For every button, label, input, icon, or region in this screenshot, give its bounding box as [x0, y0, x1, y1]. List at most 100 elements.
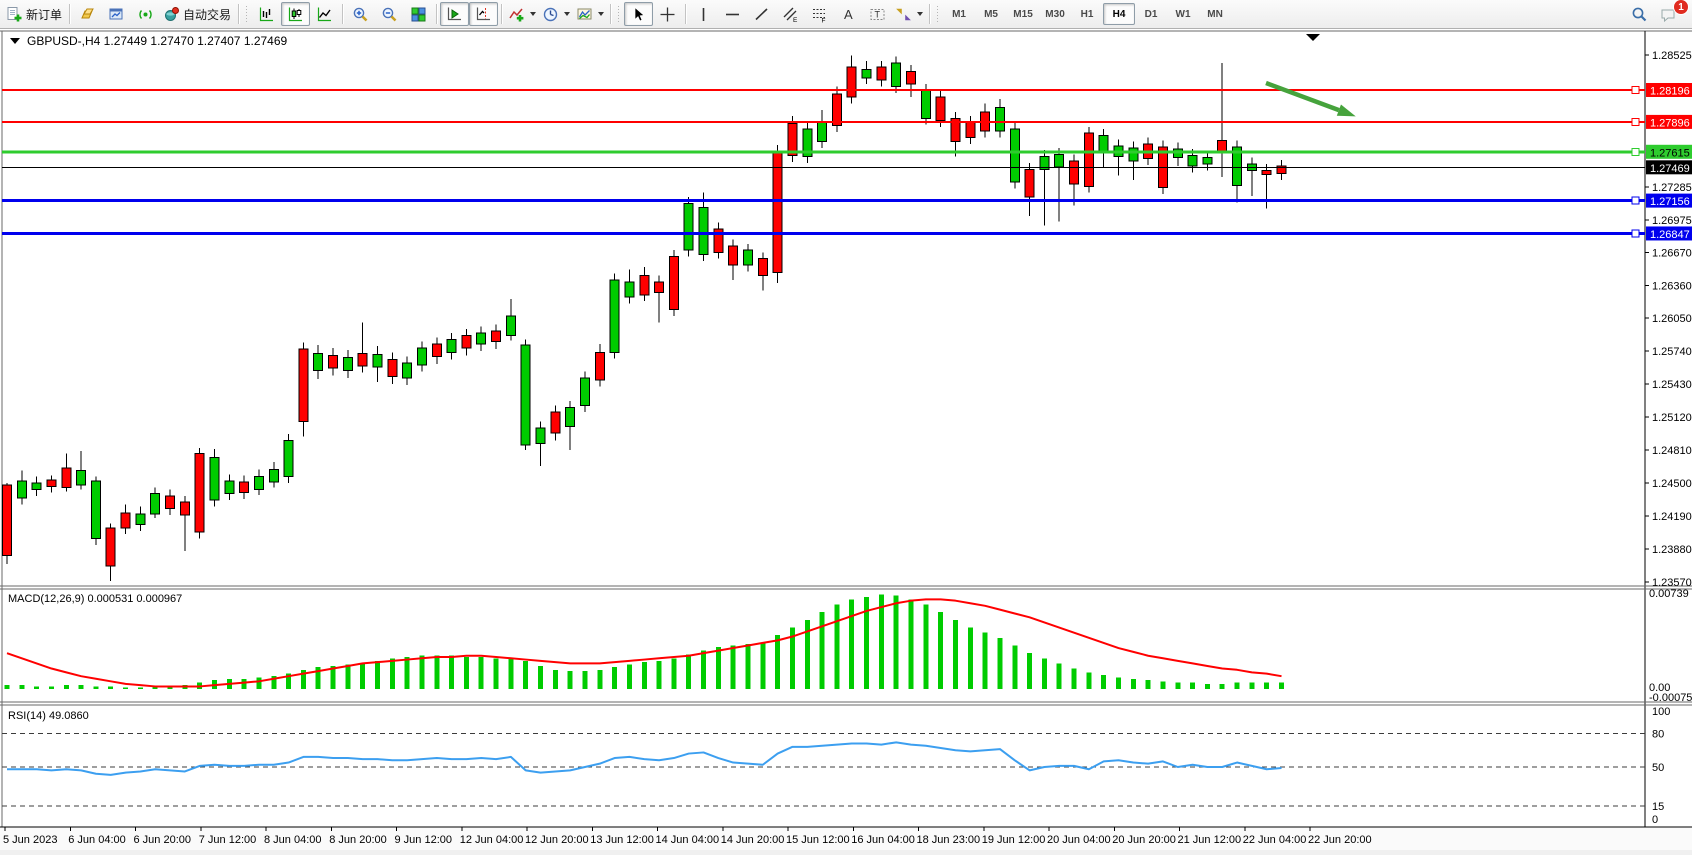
- bar-chart-icon[interactable]: [252, 2, 281, 26]
- price-tick-label: 1.25120: [1652, 412, 1692, 424]
- candle-body: [699, 208, 708, 255]
- candle-body: [269, 469, 278, 482]
- dropdown-arrow-icon[interactable]: [530, 12, 536, 16]
- candle-body: [1188, 156, 1197, 167]
- candle-body: [580, 378, 589, 406]
- level-line-handle[interactable]: [1632, 118, 1639, 125]
- chart-canvas[interactable]: 1.285251.272851.269751.266701.263601.260…: [0, 29, 1692, 850]
- level-line-handle[interactable]: [1632, 197, 1639, 204]
- periods-icon[interactable]: [539, 2, 573, 26]
- candle-body: [566, 408, 575, 427]
- crosshair-icon: [659, 6, 676, 23]
- toolbar-grip[interactable]: [936, 5, 940, 23]
- tf-mn[interactable]: MN: [1199, 3, 1231, 25]
- arrows-icon[interactable]: [892, 2, 926, 26]
- vertical-line-icon[interactable]: [689, 2, 718, 26]
- market-watch-icon[interactable]: [102, 2, 131, 26]
- signals-icon[interactable]: [131, 2, 160, 26]
- tf-h1[interactable]: H1: [1071, 3, 1103, 25]
- candle-body: [77, 470, 86, 485]
- text-label-icon[interactable]: T: [863, 2, 892, 26]
- tf-m30[interactable]: M30: [1039, 3, 1071, 25]
- time-tick-label: 19 Jun 12:00: [982, 834, 1046, 846]
- candle-body: [506, 316, 515, 335]
- tf-m5[interactable]: M5: [975, 3, 1007, 25]
- candle-body: [1055, 154, 1064, 167]
- toolbar-separator: [342, 4, 343, 24]
- dropdown-arrow-icon[interactable]: [917, 12, 923, 16]
- level-line-handle[interactable]: [1632, 86, 1639, 93]
- tile-windows-icon[interactable]: [404, 2, 433, 26]
- new-order-icon[interactable]: 新订单: [3, 2, 66, 26]
- indicators-icon[interactable]: [505, 2, 539, 26]
- dropdown-arrow-icon[interactable]: [564, 12, 570, 16]
- rsi-axis-label: 0: [1652, 814, 1658, 826]
- candle-body: [1218, 141, 1227, 152]
- candle-body: [877, 67, 886, 80]
- candle-body: [773, 151, 782, 272]
- trendline-icon: [753, 6, 770, 23]
- indicators-icon: [508, 6, 525, 23]
- autotrading-icon[interactable]: 自动交易: [160, 2, 235, 26]
- horizontal-line-icon[interactable]: [718, 2, 747, 26]
- auto-scroll-icon[interactable]: [440, 2, 469, 26]
- tf-h4[interactable]: H4: [1103, 3, 1135, 25]
- candle-body: [684, 203, 693, 250]
- candlestick-chart-icon[interactable]: [281, 2, 310, 26]
- level-price-badge-label: 1.27896: [1650, 117, 1690, 129]
- zoom-out-icon[interactable]: [375, 2, 404, 26]
- level-price-badge-label: 1.26847: [1650, 229, 1690, 241]
- search-icon[interactable]: [1625, 2, 1654, 26]
- rsi-label: RSI(14) 49.0860: [8, 710, 89, 722]
- text-icon[interactable]: A: [834, 2, 863, 26]
- tf-w1[interactable]: W1: [1167, 3, 1199, 25]
- price-tick-label: 1.24500: [1652, 478, 1692, 490]
- crosshair-icon[interactable]: [653, 2, 682, 26]
- svg-text:F: F: [822, 17, 826, 23]
- cursor-icon[interactable]: [624, 2, 653, 26]
- toolbar-separator: [238, 4, 239, 24]
- trendline-icon[interactable]: [747, 2, 776, 26]
- candle-body: [477, 333, 486, 344]
- candle-body: [921, 91, 930, 119]
- price-tick-label: 1.26975: [1652, 215, 1692, 227]
- candle-body: [907, 71, 916, 84]
- line-chart-icon[interactable]: [310, 2, 339, 26]
- market-watch-icon: [108, 6, 125, 23]
- level-line-handle[interactable]: [1632, 230, 1639, 237]
- chart-shift-icon[interactable]: [469, 2, 498, 26]
- fibonacci-icon[interactable]: F: [805, 2, 834, 26]
- templates-icon: [576, 6, 593, 23]
- candle-body: [1099, 135, 1108, 152]
- candle-body: [595, 352, 604, 380]
- level-price-badge-label: 1.27615: [1650, 147, 1690, 159]
- candle-body: [225, 481, 234, 494]
- tf-m1[interactable]: M1: [943, 3, 975, 25]
- level-price-badge-label: 1.27156: [1650, 196, 1690, 208]
- candle-body: [1129, 148, 1138, 161]
- zoom-in-icon[interactable]: [346, 2, 375, 26]
- equidistant-channel-icon[interactable]: E: [776, 2, 805, 26]
- tf-d1[interactable]: D1: [1135, 3, 1167, 25]
- candle-body: [32, 483, 41, 489]
- candle-body: [744, 250, 753, 265]
- history-center-icon[interactable]: [73, 2, 102, 26]
- candle-body: [818, 123, 827, 142]
- candle-body: [862, 69, 871, 78]
- zoom-out-icon: [381, 6, 398, 23]
- templates-icon[interactable]: [573, 2, 607, 26]
- toolbar-grip[interactable]: [617, 5, 621, 23]
- candle-body: [521, 345, 530, 445]
- dropdown-arrow-icon[interactable]: [598, 12, 604, 16]
- candle-body: [729, 246, 738, 265]
- toolbar-grip[interactable]: [245, 5, 249, 23]
- time-tick-label: 8 Jun 04:00: [264, 834, 322, 846]
- candle-body: [995, 108, 1004, 131]
- time-tick-label: 20 Jun 04:00: [1047, 834, 1111, 846]
- svg-text:T: T: [875, 9, 881, 19]
- tf-m15[interactable]: M15: [1007, 3, 1039, 25]
- candle-body: [151, 494, 160, 514]
- chat-icon[interactable]: 1: [1654, 2, 1683, 26]
- level-line-handle[interactable]: [1632, 148, 1639, 155]
- time-tick-label: 5 Jun 2023: [3, 834, 57, 846]
